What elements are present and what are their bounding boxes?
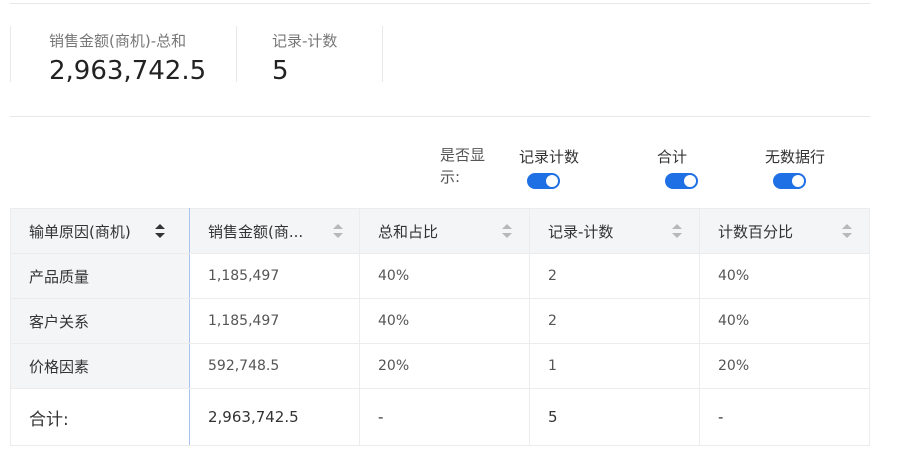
section-divider <box>10 116 870 117</box>
toggle-record-count[interactable] <box>527 173 560 189</box>
row-label: 产品质量 <box>10 253 190 299</box>
cell-sales: 1,185,497 <box>189 298 360 344</box>
row-label: 价格因素 <box>10 343 190 389</box>
toggle-knob <box>792 175 804 187</box>
column-header-count[interactable]: 记录-计数 <box>529 208 700 254</box>
toggle-label-total: 合计 <box>657 148 688 166</box>
table-row: 客户关系 1,185,497 40% 2 40% <box>10 298 870 344</box>
sort-icon[interactable] <box>502 224 512 238</box>
cell-share: 40% <box>359 253 530 299</box>
total-share: - <box>359 388 530 446</box>
cell-sales: 592,748.5 <box>189 343 360 389</box>
total-label: 合计: <box>10 388 190 446</box>
column-header-count-percent[interactable]: 计数百分比 <box>699 208 870 254</box>
sort-icon[interactable] <box>155 224 165 238</box>
column-header-share[interactable]: 总和占比 <box>359 208 530 254</box>
sort-icon[interactable] <box>333 224 343 238</box>
column-header-sales[interactable]: 销售金额(商... <box>189 208 360 254</box>
toggle-knob <box>684 175 696 187</box>
cell-sales: 1,185,497 <box>189 253 360 299</box>
sort-icon[interactable] <box>672 224 682 238</box>
kpi-sales-sum: 销售金额(商机)-总和 2,963,742.5 <box>10 26 236 86</box>
column-header-reason[interactable]: 输单原因(商机) <box>10 208 190 254</box>
column-header-label: 输单原因(商机) <box>29 222 131 241</box>
table-row: 产品质量 1,185,497 40% 2 40% <box>10 253 870 299</box>
cell-count-percent: 40% <box>699 253 870 299</box>
total-sales: 2,963,742.5 <box>189 388 360 446</box>
column-header-label: 总和占比 <box>378 222 439 241</box>
total-count: 5 <box>529 388 700 446</box>
total-count-percent: - <box>699 388 870 446</box>
column-header-label: 记录-计数 <box>548 222 614 241</box>
column-header-label: 销售金额(商... <box>208 222 304 241</box>
toggle-label-empty-rows: 无数据行 <box>765 148 826 166</box>
table-header-row: 输单原因(商机) 销售金额(商... 总和占比 记录-计数 计数百分比 <box>10 208 870 254</box>
kpi-value: 5 <box>272 56 289 86</box>
cell-share: 20% <box>359 343 530 389</box>
cell-count-link[interactable]: 2 <box>529 253 700 299</box>
top-divider <box>10 3 870 4</box>
cell-count-percent: 20% <box>699 343 870 389</box>
sort-icon[interactable] <box>842 224 852 238</box>
kpi-value: 2,963,742.5 <box>49 56 207 86</box>
cell-count-percent: 40% <box>699 298 870 344</box>
pivot-table: 输单原因(商机) 销售金额(商... 总和占比 记录-计数 计数百分比 产品质量… <box>10 208 870 446</box>
kpi-record-count: 记录-计数 5 <box>236 26 383 86</box>
toggle-total[interactable] <box>665 173 698 189</box>
display-options-label: 是否显示: <box>440 146 486 186</box>
cell-count-link[interactable]: 1 <box>529 343 700 389</box>
table-row: 价格因素 592,748.5 20% 1 20% <box>10 343 870 389</box>
kpi-label: 记录-计数 <box>272 32 338 50</box>
total-row: 合计: 2,963,742.5 - 5 - <box>10 388 870 446</box>
cell-count-link[interactable]: 2 <box>529 298 700 344</box>
kpi-panel: 销售金额(商机)-总和 2,963,742.5 记录-计数 5 <box>10 26 383 86</box>
toggle-label-record-count: 记录计数 <box>519 148 580 166</box>
row-label: 客户关系 <box>10 298 190 344</box>
kpi-label: 销售金额(商机)-总和 <box>49 32 187 50</box>
toggle-empty-rows[interactable] <box>773 173 806 189</box>
toggle-knob <box>546 175 558 187</box>
column-header-label: 计数百分比 <box>718 222 794 241</box>
cell-share: 40% <box>359 298 530 344</box>
